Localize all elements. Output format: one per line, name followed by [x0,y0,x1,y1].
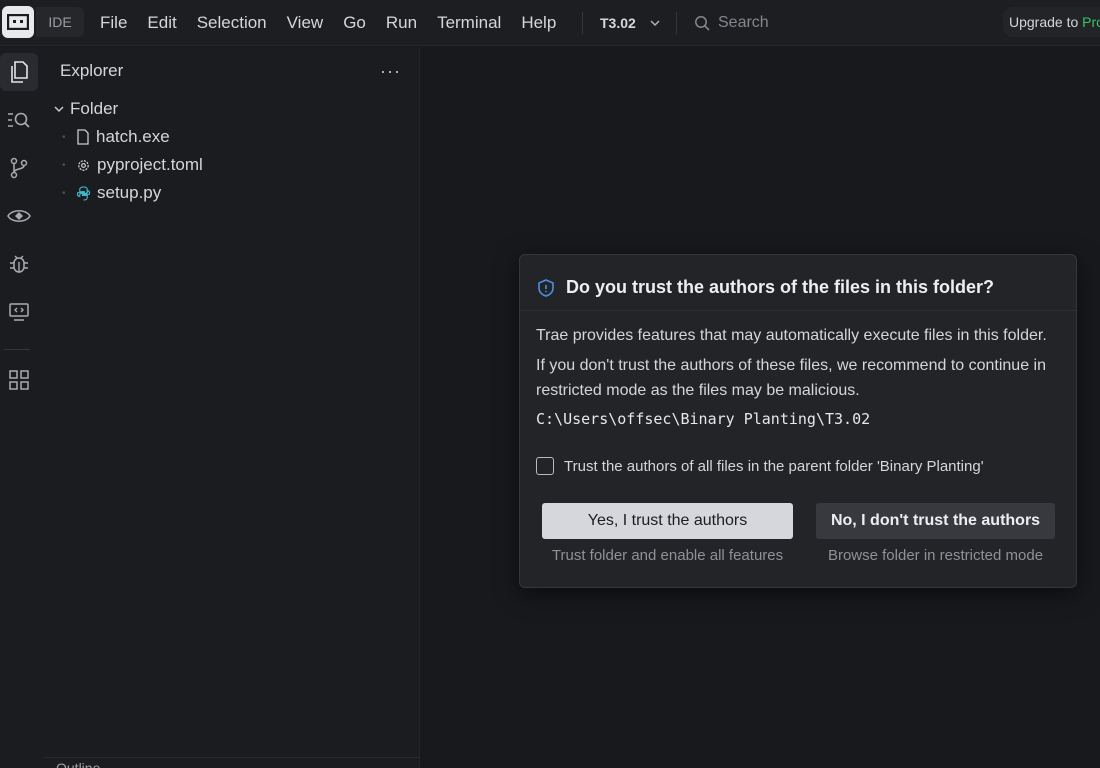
project-name: T3.02 [600,15,636,31]
search-placeholder: Search [718,14,769,31]
menu-edit[interactable]: Edit [137,0,186,46]
upgrade-button[interactable]: Upgrade to Pro [1003,7,1100,37]
file-pyproject-toml[interactable]: • pyproject.toml [62,154,203,176]
trust-yes-button[interactable]: Yes, I trust the authors [542,503,793,539]
trust-no-description: Browse folder in restricted mode [827,547,1044,564]
explorer-sidebar: Explorer ··· Folder • hatch.exe • pyproj… [44,47,420,768]
trae-logo-icon [7,14,29,30]
activity-bar [0,47,44,768]
file-icon [77,129,89,145]
trust-parent-checkbox-row[interactable]: Trust the authors of all files in the pa… [536,457,984,475]
chevron-down-icon [650,20,660,27]
trust-parent-checkbox[interactable] [536,457,554,475]
python-icon [76,185,91,201]
menu-help[interactable]: Help [511,0,566,46]
project-switcher[interactable]: T3.02 [600,0,660,46]
eye-icon [7,210,31,222]
activity-search[interactable] [0,101,38,139]
search-icon [695,16,710,31]
menu-terminal[interactable]: Terminal [427,0,511,46]
activity-extensions[interactable] [0,361,38,399]
more-actions-icon[interactable]: ··· [380,61,401,82]
trust-no-button[interactable]: No, I don't trust the authors [816,503,1055,539]
activity-source-control[interactable] [0,149,38,187]
extensions-icon [9,370,29,390]
shield-icon [538,278,554,297]
activity-divider [4,349,30,350]
upgrade-label: Upgrade to [1009,14,1083,30]
outline-section[interactable]: Outline [44,757,420,768]
folder-path: C:\Users\offsec\Binary Planting\T3.02 [536,410,871,428]
file-name: setup.py [97,183,162,202]
menu-run[interactable]: Run [376,0,427,46]
activity-remote[interactable] [0,293,38,331]
dialog-title: Do you trust the authors of the files in… [566,277,995,297]
activity-explorer[interactable] [0,53,38,91]
activity-debug[interactable] [0,245,38,283]
tree-guide: • [62,187,66,199]
tree-guide: • [62,159,66,171]
folder-node[interactable]: Folder [54,99,118,119]
app-logo[interactable] [2,6,34,38]
title-bar: IDE File Edit Selection View Go Run Term… [0,0,1100,46]
menu-bar: File Edit Selection View Go Run Terminal… [90,0,566,46]
outline-label: Outline [56,760,101,768]
remote-icon [9,303,29,321]
dialog-message-2: If you don't trust the authors of these … [536,357,1046,399]
menu-view[interactable]: View [277,0,334,46]
dialog-divider [520,310,1076,311]
search-icon [8,112,30,128]
trust-yes-description: Trust folder and enable all features [551,547,784,564]
divider [676,12,677,34]
file-setup-py[interactable]: • setup.py [62,182,161,204]
dialog-message-1: Trae provides features that may automati… [536,327,1047,344]
explorer-title: Explorer [60,61,124,80]
menu-file[interactable]: File [90,0,137,46]
upgrade-pro-label: Pro [1082,14,1100,30]
file-name: hatch.exe [96,127,170,146]
folder-name: Folder [70,99,119,118]
trust-parent-label: Trust the authors of all files in the pa… [564,457,984,475]
source-control-icon [10,157,28,179]
tree-guide: • [62,131,66,143]
activity-preview[interactable] [0,197,38,235]
divider [582,12,583,34]
chevron-down-icon [54,106,64,113]
file-name: pyproject.toml [97,155,203,174]
search-box[interactable]: Search [694,0,769,46]
debug-icon [10,255,28,273]
workspace-trust-dialog: Do you trust the authors of the files in… [519,254,1077,588]
menu-selection[interactable]: Selection [187,0,277,46]
explorer-icon [11,61,28,83]
gear-icon [78,159,89,171]
file-hatch-exe[interactable]: • hatch.exe [62,126,170,148]
ide-mode-label[interactable]: IDE [36,7,84,37]
menu-go[interactable]: Go [333,0,376,46]
dialog-title-row: Do you trust the authors of the files in… [538,277,994,298]
